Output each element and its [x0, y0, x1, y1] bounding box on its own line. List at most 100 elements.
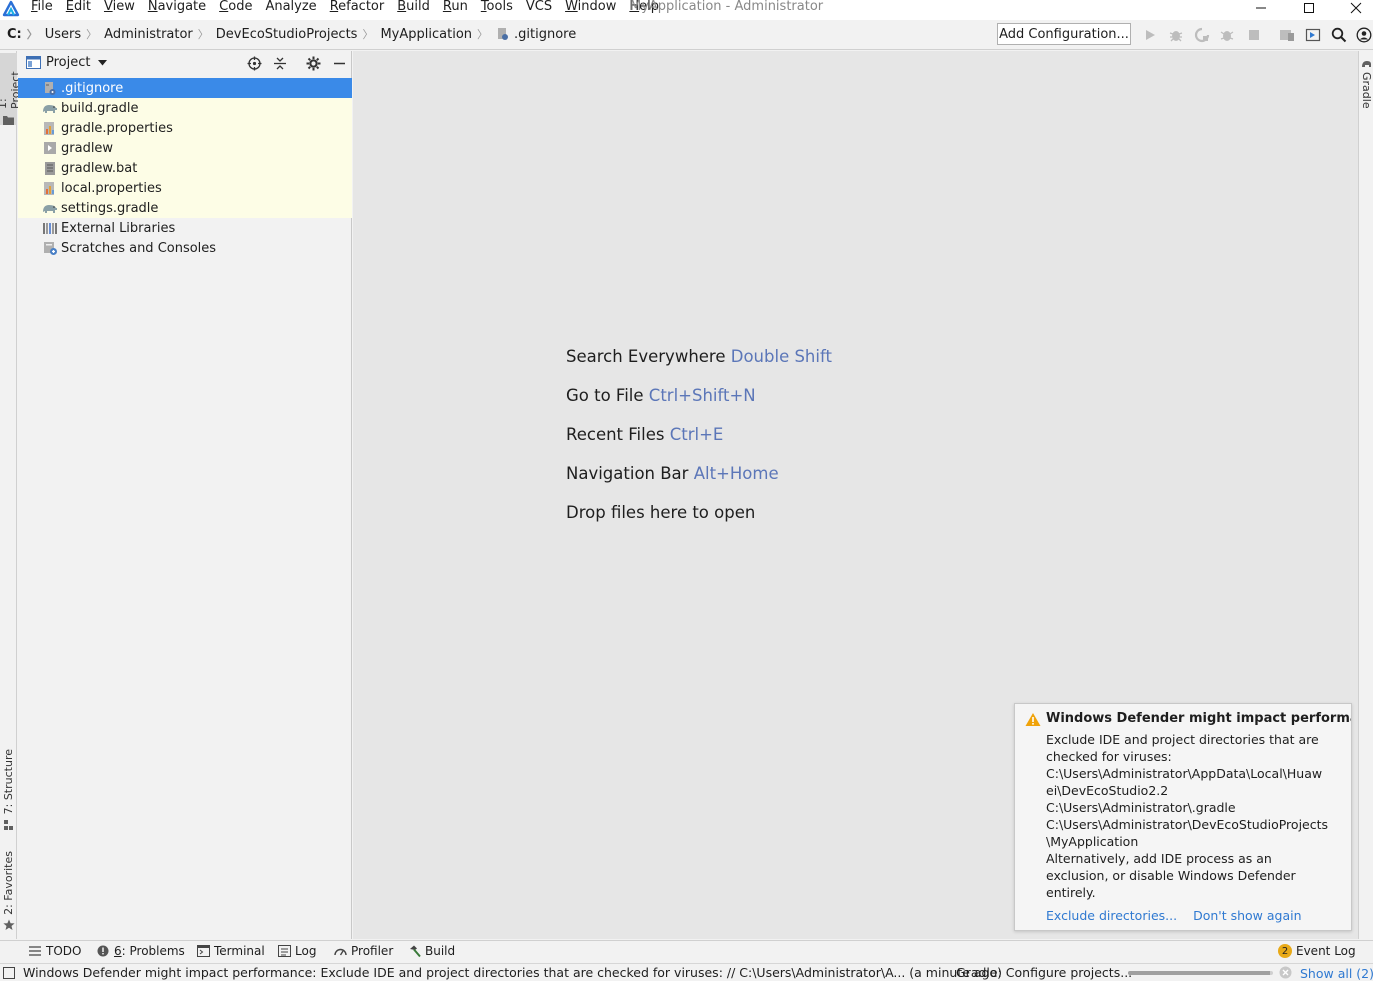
breadcrumb-item[interactable]: .gitignore	[495, 26, 576, 42]
exclude-directories-link[interactable]: Exclude directories...	[1046, 908, 1177, 923]
breadcrumb-item[interactable]: Administrator 〉	[104, 26, 216, 42]
tree-item[interactable]: local.properties	[18, 178, 352, 198]
tree-item[interactable]: gradle.properties	[18, 118, 352, 138]
todo-tool-button[interactable]: TODO	[28, 944, 81, 958]
breadcrumb-item[interactable]: MyApplication 〉	[380, 26, 495, 42]
project-tool-tab[interactable]: 1: Project	[0, 53, 22, 125]
log-tool-button[interactable]: Log	[277, 944, 316, 958]
terminal-tool-button[interactable]: Terminal	[196, 944, 265, 958]
hide-panel-icon[interactable]	[331, 55, 347, 71]
breadcrumb-item[interactable]: DevEcoStudioProjects 〉	[216, 26, 381, 42]
menu-analyze[interactable]: Analyze	[265, 0, 316, 20]
libraries-icon	[42, 220, 58, 236]
menu-file[interactable]: File	[31, 0, 53, 20]
gradle-elephant-icon	[42, 200, 58, 216]
cancel-process-icon[interactable]	[1279, 966, 1292, 979]
tree-item[interactable]: gradlew.bat	[18, 158, 352, 178]
tree-item[interactable]: settings.gradle	[18, 198, 352, 218]
right-tool-strip: Gradle	[1358, 51, 1373, 939]
editor-hint: Recent Files Ctrl+E	[566, 425, 832, 464]
breadcrumb-item[interactable]: C: 〉	[7, 26, 45, 42]
log-icon	[277, 944, 291, 958]
tree-item-label: build.gradle	[61, 100, 139, 116]
collapse-all-icon[interactable]	[272, 55, 288, 71]
attach-debugger-icon[interactable]	[1192, 25, 1212, 45]
hint-shortcut: Ctrl+E	[669, 425, 724, 444]
menu-view[interactable]: View	[104, 0, 135, 20]
problems-label: : Problems	[121, 944, 185, 958]
menu-build[interactable]: Build	[397, 0, 430, 20]
gradle-tab-label: Gradle	[1360, 72, 1373, 109]
menu-mnemonic: V	[103, 0, 113, 14]
menu-navigate[interactable]: Navigate	[148, 0, 206, 20]
tree-item[interactable]: build.gradle	[18, 98, 352, 118]
dont-show-again-link[interactable]: Don't show again	[1193, 908, 1301, 923]
menu-code[interactable]: Code	[219, 0, 252, 20]
folder-icon	[3, 115, 14, 125]
menu-tools[interactable]: Tools	[481, 0, 513, 20]
event-log-tool-button[interactable]: 2 Event Log	[1278, 944, 1356, 958]
favorites-tool-tab[interactable]: 2: Favorites	[0, 851, 17, 931]
search-icon[interactable]	[1329, 25, 1349, 45]
tree-item[interactable]: Scratches and Consoles	[18, 238, 352, 258]
menu-label: indow	[577, 0, 617, 14]
device-manager-icon[interactable]	[1277, 25, 1297, 45]
sdk-manager-icon[interactable]	[1303, 25, 1323, 45]
notification-line: checked for viruses:	[1046, 749, 1172, 764]
notification-line: C:\Users\Administrator\AppData\Local\Hua…	[1046, 766, 1323, 781]
gear-icon[interactable]	[305, 55, 321, 71]
minimize-button[interactable]	[1246, 0, 1276, 16]
tree-item[interactable]: gradlew	[18, 138, 352, 158]
breadcrumb-label: MyApplication	[380, 26, 473, 42]
terminal-icon	[196, 944, 210, 958]
toggle-tool-windows-icon[interactable]	[3, 967, 15, 979]
build-tool-button[interactable]: Build	[407, 944, 455, 958]
tree-item-label: .gitignore	[61, 80, 124, 96]
bottom-tool-bar: TODO 6: Problems Terminal Log Profiler B…	[0, 940, 1373, 963]
locate-file-icon[interactable]	[246, 55, 262, 71]
tree-item-label: External Libraries	[61, 220, 176, 236]
profiler-bug-icon[interactable]	[1217, 25, 1237, 45]
menu-edit[interactable]: Edit	[66, 0, 91, 20]
editor-hint: Drop files here to open	[566, 503, 832, 542]
star-icon	[2, 919, 15, 931]
profiler-tool-button[interactable]: Profiler	[333, 944, 393, 958]
editor-hint: Navigation Bar Alt+Home	[566, 464, 832, 503]
problems-tool-button[interactable]: 6: Problems	[96, 944, 185, 958]
gradle-progress-text[interactable]: Gradle: Configure projects...	[956, 965, 1132, 980]
maximize-button[interactable]	[1294, 0, 1324, 16]
breadcrumb-item[interactable]: Users 〉	[45, 26, 104, 42]
stop-icon[interactable]	[1244, 25, 1264, 45]
account-icon[interactable]	[1354, 25, 1373, 45]
status-bar: Windows Defender might impact performanc…	[0, 963, 1373, 981]
breadcrumb-label: C:	[7, 26, 22, 42]
menu-label: ode	[228, 0, 253, 14]
app-logo-icon	[2, 0, 20, 18]
gradle-tool-tab[interactable]: Gradle	[1359, 59, 1373, 109]
debug-icon[interactable]	[1166, 25, 1186, 45]
breadcrumb-label: Administrator	[104, 26, 193, 42]
menu-refactor[interactable]: Refactor	[330, 0, 385, 20]
tree-item-label: Scratches and Consoles	[61, 240, 217, 256]
close-window-button[interactable]	[1341, 0, 1371, 16]
menu-window[interactable]: Window	[565, 0, 616, 20]
tree-item[interactable]: External Libraries	[18, 218, 352, 238]
project-view-selector[interactable]: Project	[26, 55, 108, 70]
tree-item[interactable]: .gitignore	[18, 78, 352, 98]
tree-item-label: gradle.properties	[61, 120, 173, 136]
gradle-progress-bar	[1128, 971, 1273, 975]
menu-run[interactable]: Run	[443, 0, 468, 20]
progress-fill	[1128, 971, 1271, 975]
show-all-processes-link[interactable]: Show all (2)	[1300, 966, 1373, 981]
menu-vcs[interactable]: VCS	[526, 0, 552, 20]
status-message[interactable]: Windows Defender might impact performanc…	[23, 965, 1002, 980]
hint-text: Navigation Bar	[566, 464, 689, 483]
event-log-label: Event Log	[1296, 944, 1356, 958]
hint-shortcut: Double Shift	[730, 347, 832, 366]
add-configuration-button[interactable]: Add Configuration...	[997, 23, 1131, 45]
breadcrumb: C: 〉 Users 〉 Administrator 〉 DevEcoStudioPr…	[7, 26, 576, 42]
menu-mnemonic: R	[329, 0, 339, 14]
run-icon[interactable]	[1140, 25, 1160, 45]
structure-tool-tab[interactable]: 7: Structure	[0, 749, 17, 831]
notification-line: Alternatively, add IDE process as an	[1046, 851, 1272, 866]
